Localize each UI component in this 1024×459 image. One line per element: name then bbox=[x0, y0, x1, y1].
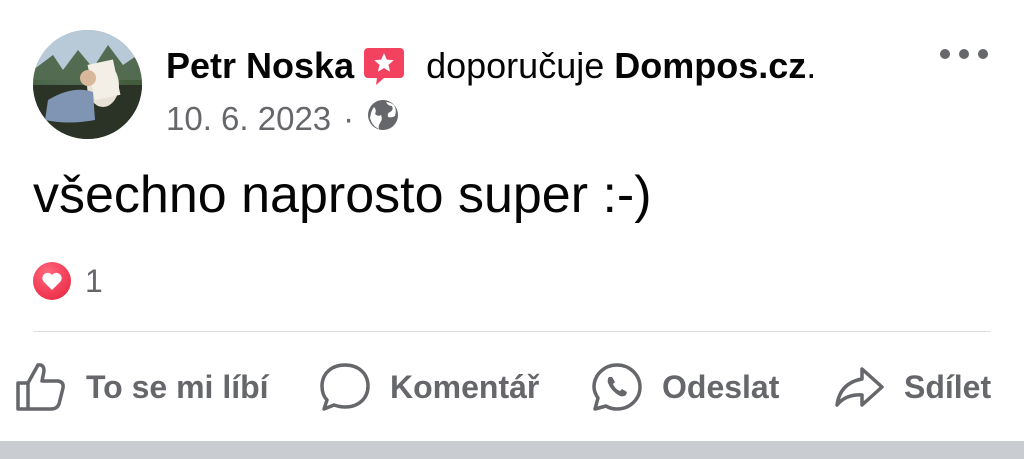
globe-icon bbox=[366, 98, 400, 140]
share-button[interactable]: Sdílet bbox=[832, 356, 991, 418]
more-options-button[interactable] bbox=[940, 42, 988, 66]
dot-icon bbox=[940, 49, 950, 59]
comment-icon bbox=[320, 363, 370, 411]
heart-icon bbox=[33, 262, 71, 300]
page-name[interactable]: Dompos.cz bbox=[614, 40, 806, 92]
divider bbox=[33, 331, 991, 332]
meta-separator: · bbox=[343, 100, 355, 137]
header-period: . bbox=[806, 45, 817, 86]
action-bar: To se mi líbí Komentář Odeslat Sdílet bbox=[0, 356, 1024, 418]
post-header: Petr Noska doporučuje Dompos.cz. bbox=[166, 40, 816, 92]
comment-button[interactable]: Komentář bbox=[318, 356, 539, 418]
reactions-summary[interactable]: 1 bbox=[33, 262, 103, 300]
like-label: To se mi líbí bbox=[86, 368, 269, 405]
dot-icon bbox=[978, 49, 988, 59]
feed-separator bbox=[0, 441, 1024, 459]
send-label: Odeslat bbox=[662, 368, 780, 405]
recommend-text: doporučuje bbox=[426, 45, 605, 86]
comment-label: Komentář bbox=[390, 368, 540, 405]
reaction-count: 1 bbox=[85, 262, 103, 299]
whatsapp-icon bbox=[592, 363, 642, 411]
like-button[interactable]: To se mi líbí bbox=[14, 356, 269, 418]
recommend-icon bbox=[362, 44, 406, 88]
send-whatsapp-button[interactable]: Odeslat bbox=[590, 356, 779, 418]
avatar[interactable] bbox=[33, 30, 142, 139]
post-text: všechno naprosto super :-) bbox=[33, 166, 652, 224]
dot-icon bbox=[959, 49, 969, 59]
post-date[interactable]: 10. 6. 2023 bbox=[166, 100, 331, 138]
post-meta: 10. 6. 2023 · bbox=[166, 98, 400, 140]
avatar-photo bbox=[33, 30, 142, 139]
share-arrow-icon bbox=[835, 367, 884, 407]
share-label: Sdílet bbox=[904, 368, 992, 405]
author-name[interactable]: Petr Noska bbox=[166, 40, 354, 92]
thumbs-up-icon bbox=[16, 363, 65, 411]
